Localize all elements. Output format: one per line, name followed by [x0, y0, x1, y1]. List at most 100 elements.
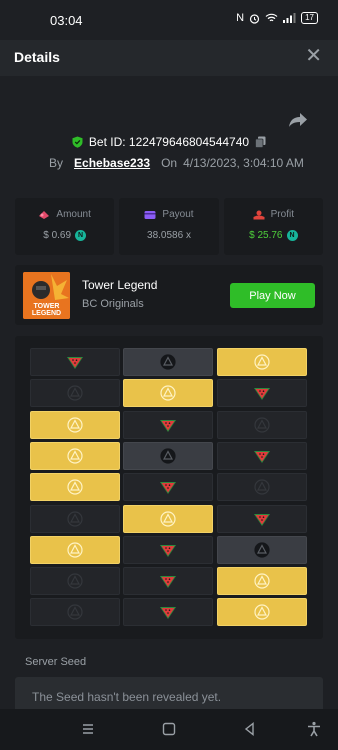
username-link[interactable]: Echebase233 — [74, 156, 150, 170]
bet-stats: Amount $ 0.69 N Payout 38.0586 x Profit … — [15, 198, 323, 255]
alarm-icon — [249, 13, 260, 24]
payout-label: Payout — [162, 209, 194, 220]
amount-stat: Amount $ 0.69 N — [15, 198, 115, 255]
close-icon[interactable]: ✕ — [305, 46, 322, 66]
board-tile — [217, 535, 307, 564]
server-seed-label: Server Seed — [25, 656, 87, 668]
board-tile — [30, 410, 120, 439]
board-tile — [123, 410, 213, 439]
details-header: Details ✕ — [0, 40, 338, 76]
board-tile — [217, 567, 307, 596]
bomb-icon — [66, 448, 84, 464]
bet-author-row: By Echebase233 On 4/13/2023, 3:04:10 AM — [49, 156, 304, 170]
bomb-icon — [159, 385, 177, 401]
board-tile — [30, 598, 120, 627]
board-tile — [123, 567, 213, 596]
board-tile — [30, 567, 120, 596]
on-label: On — [161, 156, 178, 170]
tower-legend-logo-icon: TOWER LEGEND — [23, 272, 70, 319]
board-tile — [123, 379, 213, 408]
board-tile — [30, 441, 120, 470]
board-tile — [123, 598, 213, 627]
bomb-icon — [66, 479, 84, 495]
board-tile — [123, 441, 213, 470]
watermelon-icon — [253, 448, 271, 464]
board-tile — [217, 598, 307, 627]
accessibility-icon[interactable] — [306, 721, 322, 737]
board-tile — [30, 348, 120, 376]
page-title: Details — [14, 49, 60, 65]
by-label: By — [49, 156, 64, 170]
profit-label: Profit — [270, 209, 294, 220]
bomb-icon — [253, 573, 271, 589]
board-tile — [217, 473, 307, 502]
amount-icon — [39, 210, 50, 219]
bomb-icon — [66, 573, 84, 589]
profit-value: $ 25.76 — [249, 230, 283, 241]
board-tile — [123, 473, 213, 502]
game-subtitle: BC Originals — [82, 298, 144, 310]
bomb-icon — [159, 510, 177, 527]
watermelon-icon — [159, 573, 177, 589]
watermelon-icon — [253, 385, 271, 401]
board-tile — [123, 348, 213, 376]
server-seed-text: The Seed hasn't been revealed yet. — [32, 690, 222, 704]
payout-icon — [144, 210, 156, 219]
home-icon[interactable] — [161, 721, 177, 737]
board-tile — [217, 504, 307, 533]
profit-icon — [253, 210, 265, 219]
board-tile — [30, 379, 120, 408]
board-tile — [30, 535, 120, 564]
bomb-icon — [66, 510, 84, 527]
board-tile — [217, 379, 307, 408]
watermelon-icon — [159, 479, 177, 495]
profit-stat: Profit $ 25.76 N — [223, 198, 323, 255]
watermelon-icon — [159, 417, 177, 433]
watermelon-icon — [159, 604, 177, 620]
status-bar: 03:04 N 17 — [0, 0, 338, 40]
payout-stat: Payout 38.0586 x — [119, 198, 219, 255]
bomb-icon — [159, 354, 177, 370]
amount-label: Amount — [56, 209, 91, 220]
thumb-text-1: TOWER — [34, 303, 60, 310]
board-tile — [123, 535, 213, 564]
watermelon-icon — [66, 354, 84, 370]
bomb-icon — [66, 542, 84, 558]
coin-icon: N — [286, 230, 298, 241]
bomb-icon — [159, 448, 177, 464]
watermelon-icon — [159, 542, 177, 558]
game-thumbnail[interactable]: TOWER LEGEND — [23, 272, 70, 319]
status-icons: N 17 — [236, 12, 318, 24]
game-card: TOWER LEGEND Tower Legend BC Originals P… — [15, 265, 323, 325]
bet-id: Bet ID: 122479646804544740 — [88, 135, 250, 149]
play-now-button[interactable]: Play Now — [230, 283, 315, 308]
nfc-icon: N — [236, 12, 245, 24]
thumb-text-2: LEGEND — [32, 310, 61, 317]
system-nav-bar — [0, 709, 338, 750]
game-title: Tower Legend — [82, 278, 158, 292]
status-time: 03:04 — [50, 13, 83, 28]
back-icon[interactable] — [242, 721, 258, 737]
watermelon-icon — [253, 511, 271, 527]
board-tile — [123, 504, 213, 533]
bet-id-row: Bet ID: 122479646804544740 — [0, 135, 338, 149]
recent-apps-icon[interactable] — [80, 721, 96, 737]
bomb-icon — [253, 416, 271, 433]
board-tile — [217, 348, 307, 376]
verified-shield-icon — [72, 136, 83, 148]
copy-icon[interactable] — [255, 136, 266, 148]
board-tile — [217, 441, 307, 470]
bomb-icon — [253, 604, 271, 620]
bomb-icon — [253, 479, 271, 495]
signal-icon — [283, 13, 296, 23]
share-icon[interactable] — [288, 112, 308, 128]
bomb-icon — [66, 416, 84, 433]
bomb-icon — [253, 354, 271, 370]
payout-value: 38.0586 x — [147, 230, 191, 241]
bomb-icon — [66, 385, 84, 401]
board-tile — [30, 473, 120, 502]
coin-icon: N — [75, 230, 87, 241]
board-tile — [30, 504, 120, 533]
bomb-icon — [66, 604, 84, 620]
battery-icon: 17 — [301, 12, 318, 24]
